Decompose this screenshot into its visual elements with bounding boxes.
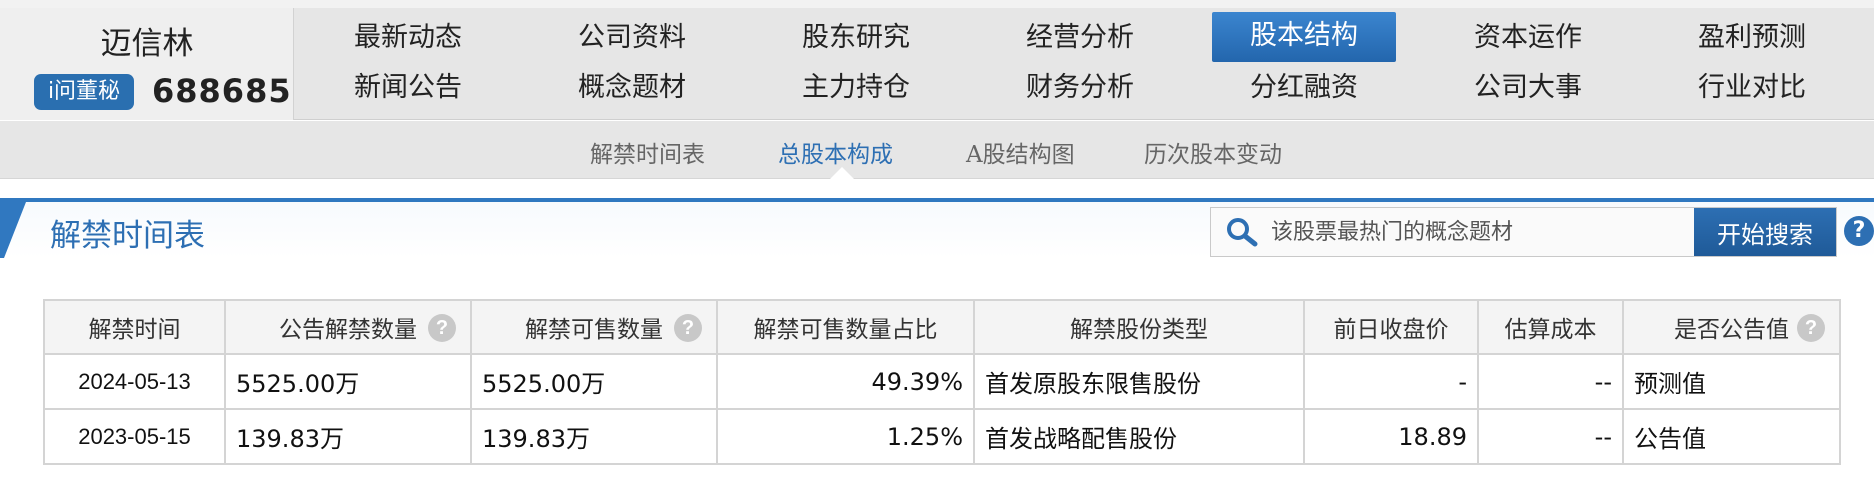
- header-top-strip: [0, 0, 1874, 8]
- nav-main-holdings[interactable]: 主力持仓: [764, 64, 948, 114]
- nav-industry-comparison[interactable]: 行业对比: [1660, 64, 1844, 114]
- stock-header: 迈信林 i问董秘 688685 最新动态 公司资料 股东研究 经营分析 股本结构…: [0, 0, 1874, 120]
- stock-name: 迈信林: [100, 26, 194, 62]
- nav-major-events[interactable]: 公司大事: [1436, 64, 1620, 114]
- nav-dividend-financing[interactable]: 分红融资: [1212, 64, 1396, 114]
- cell-share-type: 首发原股东限售股份: [973, 353, 1305, 410]
- section-flag-icon: [0, 202, 26, 258]
- cell-prev-close: -: [1303, 353, 1479, 410]
- nav-company-profile[interactable]: 公司资料: [540, 14, 724, 64]
- section-title: 解禁时间表: [50, 218, 205, 254]
- help-question-icon[interactable]: ?: [674, 314, 702, 342]
- subnav-share-capital-history[interactable]: 历次股本变动: [1144, 135, 1282, 169]
- cell-est-cost: --: [1477, 353, 1624, 410]
- subnav-a-share-structure-chart[interactable]: A股结构图: [966, 135, 1075, 169]
- start-search-button[interactable]: 开始搜索: [1694, 208, 1836, 256]
- stock-info-box: 迈信林 i问董秘 688685: [0, 8, 294, 120]
- ask-secretary-button[interactable]: i问董秘: [34, 74, 134, 110]
- nav-profit-forecast[interactable]: 盈利预测: [1660, 14, 1844, 64]
- cell-tradable-qty: 139.83万: [470, 408, 718, 465]
- search-icon: [1227, 218, 1258, 247]
- section-header: 解禁时间表 开始搜索 ?: [0, 198, 1874, 258]
- help-icon[interactable]: ?: [1844, 216, 1874, 246]
- cell-is-announced: 公告值: [1622, 408, 1841, 465]
- subnav-unlock-schedule[interactable]: 解禁时间表: [590, 135, 705, 169]
- active-subnav-pointer: [830, 167, 854, 179]
- cell-unlock-date: 2024-05-13: [43, 353, 226, 410]
- concept-search-box: 开始搜索: [1210, 207, 1837, 257]
- col-header-prev-close: 前日收盘价: [1303, 299, 1479, 355]
- stock-code: 688685: [152, 72, 292, 110]
- col-header-label: 解禁可售数量: [525, 317, 663, 343]
- col-header-label: 估算成本: [1504, 317, 1597, 343]
- col-header-share-type: 解禁股份类型: [973, 299, 1305, 355]
- col-header-unlock-date: 解禁时间: [43, 299, 226, 355]
- nav-shareholder-research[interactable]: 股东研究: [764, 14, 948, 64]
- help-question-icon[interactable]: ?: [1797, 314, 1825, 342]
- col-header-tradable-ratio: 解禁可售数量占比: [716, 299, 975, 355]
- table-header-row: 解禁时间 公告解禁数量? 解禁可售数量? 解禁可售数量占比 解禁股份类型 前日收…: [43, 299, 1841, 355]
- nav-capital-operation[interactable]: 资本运作: [1436, 14, 1620, 64]
- col-header-label: 前日收盘价: [1333, 317, 1449, 343]
- nav-latest-news[interactable]: 最新动态: [316, 14, 500, 64]
- col-header-label: 解禁股份类型: [1070, 317, 1208, 343]
- nav-concept-themes[interactable]: 概念题材: [540, 64, 724, 114]
- col-header-label: 解禁时间: [88, 317, 181, 343]
- cell-prev-close: 18.89: [1303, 408, 1479, 465]
- search-input[interactable]: [1271, 208, 1701, 256]
- nav-financial-analysis[interactable]: 财务分析: [988, 64, 1172, 114]
- col-header-label: 解禁可售数量占比: [753, 317, 938, 343]
- nav-operation-analysis[interactable]: 经营分析: [988, 14, 1172, 64]
- col-header-est-cost: 估算成本: [1477, 299, 1624, 355]
- sub-navigation: 解禁时间表 总股本构成 A股结构图 历次股本变动: [0, 121, 1874, 179]
- help-question-icon[interactable]: ?: [428, 314, 456, 342]
- cell-est-cost: --: [1477, 408, 1624, 465]
- cell-tradable-ratio: 1.25%: [716, 408, 975, 465]
- cell-unlock-date: 2023-05-15: [43, 408, 226, 465]
- table-row: 2024-05-13 5525.00万 5525.00万 49.39% 首发原股…: [43, 353, 1841, 410]
- cell-announced-qty: 5525.00万: [224, 353, 472, 410]
- cell-tradable-ratio: 49.39%: [716, 353, 975, 410]
- subnav-total-share-capital[interactable]: 总股本构成: [778, 135, 893, 169]
- cell-announced-qty: 139.83万: [224, 408, 472, 465]
- cell-is-announced: 预测值: [1622, 353, 1841, 410]
- nav-equity-structure[interactable]: 股本结构: [1212, 12, 1396, 62]
- col-header-tradable-qty: 解禁可售数量?: [470, 299, 718, 355]
- col-header-is-announced: 是否公告值?: [1622, 299, 1841, 355]
- nav-news-announcements[interactable]: 新闻公告: [316, 64, 500, 114]
- col-header-label: 公告解禁数量: [279, 317, 417, 343]
- col-header-label: 是否公告值: [1674, 317, 1789, 343]
- table-row: 2023-05-15 139.83万 139.83万 1.25% 首发战略配售股…: [43, 408, 1841, 465]
- cell-share-type: 首发战略配售股份: [973, 408, 1305, 465]
- col-header-announced-qty: 公告解禁数量?: [224, 299, 472, 355]
- cell-tradable-qty: 5525.00万: [470, 353, 718, 410]
- unlock-schedule-table: 解禁时间 公告解禁数量? 解禁可售数量? 解禁可售数量占比 解禁股份类型 前日收…: [43, 299, 1841, 465]
